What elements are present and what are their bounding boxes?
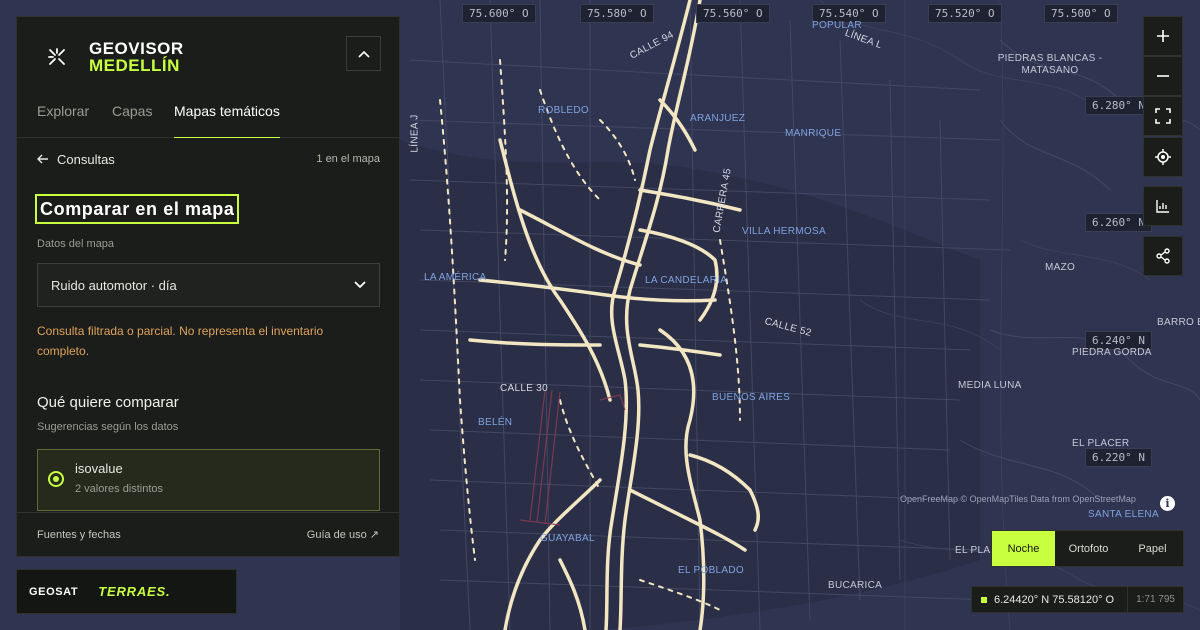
place-label: PIEDRA GORDA bbox=[1072, 347, 1152, 358]
place-label: PIEDRAS BLANCAS - MATASANO bbox=[997, 53, 1103, 76]
dataset-select-value: Ruido automotor · día bbox=[51, 277, 177, 293]
panel-footer: Fuentes y fechas Guía de uso ↗ bbox=[17, 512, 399, 556]
neighborhood-label: MANRIQUE bbox=[785, 128, 842, 139]
arrow-left-icon bbox=[37, 154, 48, 164]
chart-icon bbox=[1156, 200, 1169, 213]
tab-mapas-tematicos[interactable]: Mapas temáticos bbox=[174, 103, 280, 138]
longitude-tick: 75.520° O bbox=[928, 4, 1002, 23]
option-name: isovalue bbox=[75, 461, 123, 476]
compare-section-title: Qué quiere comparar bbox=[37, 394, 179, 411]
neighborhood-label: LA CANDELARIA bbox=[645, 275, 728, 286]
tab-explorar[interactable]: Explorar bbox=[37, 103, 89, 138]
tab-capas[interactable]: Capas bbox=[112, 103, 152, 138]
guide-link[interactable]: Guía de uso ↗ bbox=[307, 528, 379, 541]
place-label: BARRO BLANCO bbox=[1157, 317, 1200, 328]
neighborhood-label: POPULAR bbox=[812, 20, 862, 31]
neighborhood-label: ROBLEDO bbox=[538, 105, 590, 116]
neighborhood-label: BUENOS AIRES bbox=[712, 392, 791, 403]
basemap-ortofoto-button[interactable]: Ortofoto bbox=[1055, 531, 1122, 566]
dataset-field-label: Datos del mapa bbox=[37, 238, 115, 250]
share-button[interactable] bbox=[1143, 236, 1183, 276]
cursor-dot-icon bbox=[981, 596, 987, 603]
back-label: Consultas bbox=[57, 151, 115, 167]
place-label: EL PLACER bbox=[1072, 438, 1130, 449]
longitude-tick: 75.580° O bbox=[580, 4, 654, 23]
brand-city: MEDELLÍN bbox=[89, 56, 180, 75]
place-label: MAZO bbox=[1045, 262, 1076, 273]
collapse-panel-button[interactable] bbox=[346, 36, 381, 71]
radio-selected-icon[interactable] bbox=[48, 471, 64, 487]
option-subtitle: 2 valores distintos bbox=[75, 483, 164, 495]
longitude-tick: 75.500° O bbox=[1044, 4, 1118, 23]
zoom-in-button[interactable] bbox=[1143, 16, 1183, 56]
compare-option-isovalue[interactable]: isovalue 2 valores distintos bbox=[37, 449, 380, 511]
back-to-consultas[interactable]: Consultas 1 en el mapa bbox=[37, 149, 380, 169]
neighborhood-label: ARANJUEZ bbox=[690, 113, 746, 124]
sources-link[interactable]: Fuentes y fechas bbox=[37, 529, 121, 541]
map-scale: 1:71 795 bbox=[1127, 587, 1183, 612]
compare-section-subtitle: Sugerencias según los datos bbox=[37, 421, 179, 433]
terraes-logo: TERRAES. bbox=[98, 584, 171, 599]
share-icon bbox=[1156, 248, 1170, 264]
longitude-tick: 75.560° O bbox=[696, 4, 770, 23]
zoom-in-icon bbox=[1157, 30, 1169, 42]
road-label: CALLE 30 bbox=[500, 383, 548, 394]
partial-query-warning: Consulta filtrada o parcial. No represen… bbox=[37, 324, 324, 358]
latitude-tick: 6.280° N bbox=[1085, 96, 1152, 115]
coordinate-readout: 6.24420° N 75.58120° O 1:71 795 bbox=[971, 586, 1184, 613]
neighborhood-label: SANTA ELENA bbox=[1088, 509, 1159, 520]
neighborhood-label: BELÉN bbox=[478, 417, 513, 428]
zoom-out-button[interactable] bbox=[1143, 56, 1183, 96]
neighborhood-label: LA AMÉRICA bbox=[424, 272, 487, 283]
panel-tabs: Explorar Capas Mapas temáticos bbox=[17, 101, 399, 138]
latitude-tick: 6.260° N bbox=[1085, 213, 1152, 232]
longitude-tick: 75.600° O bbox=[462, 4, 536, 23]
basemap-switcher: Noche Ortofoto Papel bbox=[991, 530, 1184, 567]
compare-title: Comparar en el mapa bbox=[35, 194, 240, 224]
brand: GEOVISOR MEDELLÍN bbox=[37, 37, 184, 77]
place-label: MEDIA LUNA bbox=[958, 380, 1022, 391]
chevron-up-icon bbox=[357, 50, 370, 58]
info-icon[interactable]: i bbox=[1160, 496, 1175, 511]
latitude-tick: 6.220° N bbox=[1085, 448, 1152, 467]
map-attribution[interactable]: OpenFreeMap © OpenMapTiles Data from Ope… bbox=[900, 494, 1136, 504]
road-label: LÍNEA J bbox=[409, 114, 421, 153]
geosat-logo: GEOSAT bbox=[29, 585, 79, 598]
basemap-papel-button[interactable]: Papel bbox=[1122, 531, 1183, 566]
side-panel: GEOVISOR MEDELLÍN Explorar Capas Mapas t… bbox=[16, 16, 400, 557]
partner-logos: GEOSAT TERRAES. bbox=[16, 569, 237, 614]
query-count: 1 en el mapa bbox=[316, 153, 380, 165]
fullscreen-icon bbox=[1155, 108, 1171, 124]
fullscreen-button[interactable] bbox=[1143, 96, 1183, 136]
place-label: BUCARICA bbox=[828, 580, 883, 591]
neighborhood-label: EL POBLADO bbox=[678, 565, 744, 576]
neighborhood-label: VILLA HERMOSA bbox=[742, 226, 826, 237]
cursor-coordinates: 6.24420° N 75.58120° O bbox=[994, 593, 1115, 606]
zoom-out-icon bbox=[1157, 75, 1169, 77]
locate-button[interactable] bbox=[1143, 137, 1183, 177]
locate-icon bbox=[1155, 149, 1171, 165]
dataset-select[interactable]: Ruido automotor · día bbox=[37, 263, 380, 307]
basemap-noche-button[interactable]: Noche bbox=[992, 531, 1055, 566]
logo-icon bbox=[37, 37, 77, 77]
chevron-down-icon bbox=[354, 281, 366, 289]
brand-title: GEOVISOR bbox=[89, 39, 184, 58]
chart-button[interactable] bbox=[1143, 186, 1183, 226]
neighborhood-label: GUAYABAL bbox=[540, 533, 595, 544]
